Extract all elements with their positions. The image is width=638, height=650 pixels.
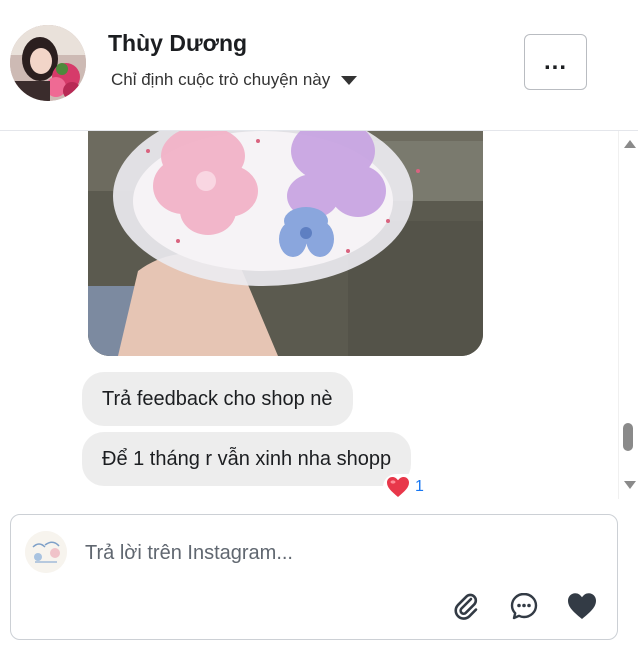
message-text: Để 1 tháng r vẫn xinh nha shopp — [102, 448, 392, 470]
scroll-down-arrow-icon[interactable] — [624, 481, 636, 489]
contact-avatar[interactable] — [10, 25, 86, 101]
assign-conversation-dropdown[interactable]: Chỉ định cuộc trò chuyện này — [111, 70, 358, 90]
scroll-up-arrow-icon[interactable] — [624, 140, 636, 148]
caret-down-icon — [341, 75, 358, 85]
reply-input[interactable] — [85, 537, 585, 569]
more-options-button[interactable]: ... — [524, 34, 587, 90]
page-avatar — [25, 531, 67, 573]
conversation-header: Thùy Dương Chỉ định cuộc trò chuyện này … — [0, 0, 638, 131]
paperclip-icon — [454, 593, 478, 620]
scrollbar-thumb[interactable] — [623, 423, 633, 451]
composer-actions — [449, 589, 599, 623]
message-thread[interactable]: Trả feedback cho shop nè Để 1 tháng r vẫ… — [0, 131, 618, 499]
incoming-message-bubble[interactable]: Trả feedback cho shop nè — [82, 372, 353, 426]
message-image[interactable] — [88, 131, 483, 356]
attach-button[interactable] — [449, 589, 483, 623]
contact-name: Thùy Dương — [108, 30, 248, 56]
heart-icon — [568, 593, 596, 619]
message-reaction[interactable]: 1 — [383, 474, 430, 499]
chat-bubble-icon — [510, 592, 538, 620]
assign-conversation-label: Chỉ định cuộc trò chuyện này — [111, 70, 331, 89]
reaction-count: 1 — [415, 478, 424, 495]
heart-emoji-icon — [387, 477, 409, 497]
incoming-message-bubble[interactable]: Để 1 tháng r vẫn xinh nha shopp — [82, 432, 412, 486]
message-text: Trả feedback cho shop nè — [102, 388, 333, 410]
saved-replies-button[interactable] — [507, 589, 541, 623]
thread-scrollbar[interactable] — [618, 131, 638, 499]
reply-composer — [10, 514, 618, 640]
like-button[interactable] — [565, 589, 599, 623]
